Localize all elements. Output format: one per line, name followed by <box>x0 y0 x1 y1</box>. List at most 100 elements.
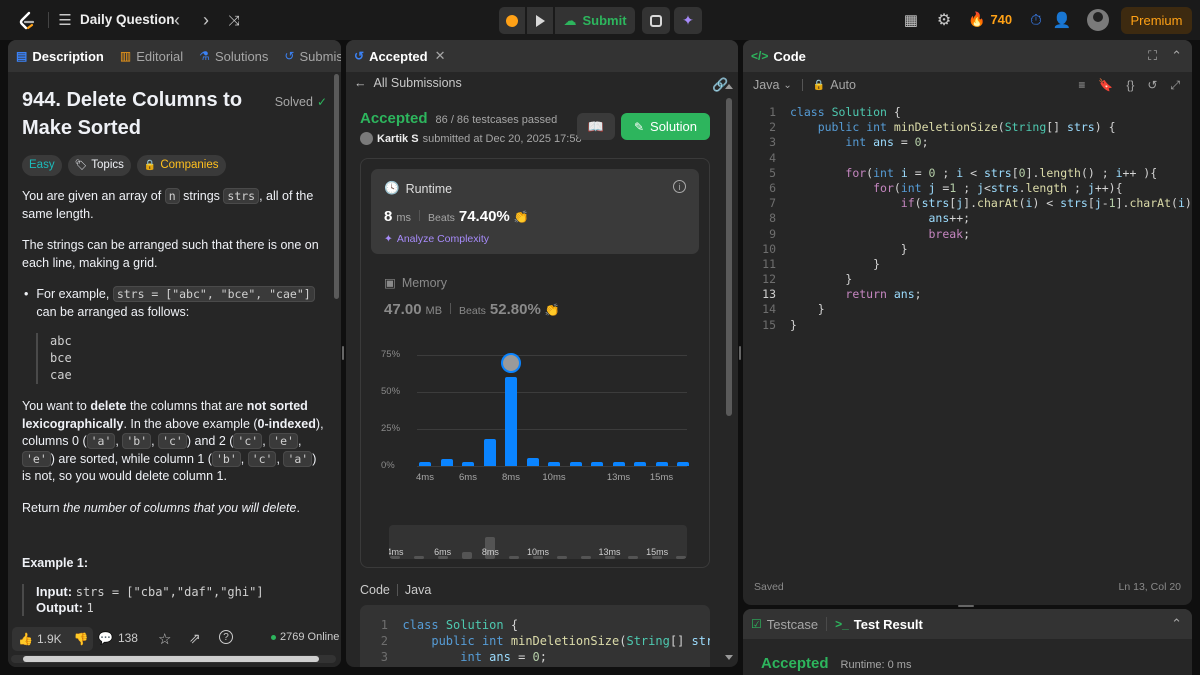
dislike-button[interactable]: 👎 <box>68 632 95 646</box>
help-icon[interactable]: ? <box>219 630 233 644</box>
chart-bar-7ms[interactable] <box>483 438 496 466</box>
streak-counter[interactable]: 🔥 740 <box>968 11 1012 28</box>
format-icon[interactable]: ≡ <box>1078 78 1085 93</box>
run-button[interactable] <box>527 7 553 34</box>
line-number: 1 <box>380 618 388 632</box>
premium-button[interactable]: Premium <box>1121 7 1192 34</box>
companies-chip[interactable]: 🔒 Companies <box>136 155 226 176</box>
chart-bar-6ms[interactable] <box>462 461 474 466</box>
auto-label: Auto <box>830 78 856 92</box>
submit-button[interactable]: ☁ Submit <box>555 7 635 34</box>
expand-icon[interactable]: ⤢ <box>1170 78 1180 93</box>
panel-resize-handle[interactable] <box>739 346 741 360</box>
checkbox-icon: ☑ <box>751 617 762 631</box>
ai-assist-button[interactable]: ✦ <box>674 7 702 34</box>
chip-icon: ▣ <box>384 276 396 290</box>
notes-button[interactable] <box>642 7 670 34</box>
difficulty-badge[interactable]: Easy <box>22 155 62 176</box>
all-submissions-link[interactable]: ← All Submissions <box>354 76 462 90</box>
tab-testcase[interactable]: ☑ Testcase <box>743 609 826 639</box>
auto-mode[interactable]: 🔒 Auto <box>813 78 856 92</box>
tab-accepted[interactable]: ↺ Accepted ✕ <box>346 40 454 72</box>
tab-test-result[interactable]: >_ Test Result <box>827 609 931 639</box>
grid-line <box>417 392 687 393</box>
tab-description[interactable]: ▤ Description <box>8 40 112 72</box>
range-selector[interactable]: 4ms 6ms 8ms 10ms 13ms 15ms <box>389 525 687 559</box>
code-editor[interactable]: 1 class Solution {2 public int minDeletio… <box>743 105 1192 335</box>
layout-grid-icon[interactable]: ▦ <box>902 11 920 29</box>
testcases-passed: 86 / 86 testcases passed <box>435 114 558 126</box>
close-tab-icon[interactable]: ✕ <box>435 48 446 64</box>
chart-bar-5ms[interactable] <box>440 459 453 466</box>
user-avatar[interactable] <box>1087 9 1109 31</box>
vertical-scrollbar[interactable] <box>726 98 732 416</box>
code-text: for(int j =1 ; j<strs.length ; j++){ <box>873 180 1123 195</box>
problem-title[interactable]: 944. Delete Columns to Make Sorted <box>22 86 257 142</box>
tab-submissions[interactable]: ↺ Submissi <box>276 40 341 72</box>
comments-button[interactable]: 💬 138 <box>98 631 138 645</box>
timer-icon[interactable]: ⏱ <box>1027 10 1045 30</box>
chart-bar-8ms[interactable] <box>505 377 517 466</box>
code-text: return ans; <box>845 287 922 302</box>
panel-resize-handle[interactable] <box>342 346 344 360</box>
scroll-up-arrow[interactable] <box>725 84 733 89</box>
tab-code[interactable]: </> Code <box>743 40 814 72</box>
chart-bar-13ms[interactable] <box>612 462 625 466</box>
range-mini-bar <box>580 556 591 559</box>
cloud-upload-icon: ☁ <box>563 12 577 28</box>
chart-bar-4ms[interactable] <box>419 462 431 466</box>
collapse-icon[interactable]: ⌃ <box>1171 48 1182 64</box>
reset-icon[interactable]: ↺ <box>1147 78 1157 93</box>
inline-code: 'b' <box>211 450 241 467</box>
analyze-complexity-link[interactable]: ✦ Analyze Complexity <box>384 233 489 245</box>
grid-code-block: abc bce cae <box>36 333 327 384</box>
shuffle-icon[interactable]: ⤨ <box>225 11 243 29</box>
description-tabbar: ▤ Description ▥ Editorial ⚗ Solutions ↺ … <box>8 40 341 72</box>
leetcode-logo[interactable] <box>16 10 38 32</box>
language-select[interactable]: Java ⌄ <box>753 78 792 92</box>
tab-editorial[interactable]: ▥ Editorial <box>112 40 191 72</box>
scroll-down-arrow[interactable] <box>725 655 733 660</box>
memory-beats-label: Beats <box>459 305 486 317</box>
author-avatar <box>360 132 373 145</box>
debug-button[interactable] <box>499 7 525 34</box>
problem-list-icon[interactable]: ☰ <box>57 11 73 29</box>
fire-icon: 🔥 <box>968 11 986 27</box>
grid-line <box>417 355 687 356</box>
add-user-icon[interactable]: 👤 <box>1052 10 1072 30</box>
solution-button[interactable]: ✎ Solution <box>621 113 710 140</box>
author-name[interactable]: Kartik S <box>377 133 419 145</box>
prev-question-icon[interactable]: ‹ <box>170 10 184 30</box>
star-icon[interactable]: ☆ <box>158 630 171 648</box>
terminal-icon: >_ <box>835 617 849 631</box>
memory-card[interactable]: ▣ Memory 47.00 MB Beats 52.80% 👏 <box>371 269 699 329</box>
tab-solutions[interactable]: ⚗ Solutions <box>191 40 276 72</box>
maximize-icon[interactable]: ⛶ <box>1148 48 1157 64</box>
chart-bar-10ms[interactable] <box>548 462 560 466</box>
share-icon[interactable]: ⇗ <box>189 630 201 647</box>
chart-bar-16ms[interactable] <box>677 462 689 466</box>
braces-icon[interactable]: {} <box>1126 78 1134 93</box>
settings-gear-icon[interactable]: ⚙ <box>935 10 953 30</box>
vertical-resize-handle[interactable] <box>958 605 974 607</box>
chart-bar-15ms[interactable] <box>655 462 668 466</box>
horizontal-scrollbar[interactable] <box>11 655 336 663</box>
daily-question-title[interactable]: Daily Question <box>80 12 175 27</box>
text: ) are sorted, while column 1 ( <box>50 451 212 466</box>
info-icon[interactable]: i <box>673 180 686 193</box>
clap-icon: 👏 <box>544 303 560 317</box>
editorial-button[interactable]: 📖 <box>577 113 615 140</box>
chart-bar-14ms[interactable] <box>634 462 646 466</box>
chart-bar-9ms[interactable] <box>526 457 539 466</box>
vertical-scrollbar[interactable] <box>334 74 339 299</box>
chart-bar-11ms[interactable] <box>569 462 582 466</box>
bookmark-icon[interactable]: 🔖 <box>1098 78 1113 93</box>
range-mini-bar <box>413 556 424 559</box>
topics-chip[interactable]: 🏷 Topics <box>67 155 131 176</box>
runtime-card[interactable]: 🕓 Runtime i 8 ms Beats 74.40% 👏 ✦ Analyz… <box>371 169 699 254</box>
collapse-icon[interactable]: ⌃ <box>1171 616 1192 632</box>
next-question-icon[interactable]: › <box>199 10 213 30</box>
like-button[interactable]: 👍 1.9K <box>12 632 68 646</box>
chart-bar-12ms[interactable] <box>591 462 603 466</box>
runtime-distribution-chart[interactable]: 75% 50% 25% 0% 4ms 6ms 8ms 10ms 13ms 15ms 4ms 6ms 8m… <box>361 349 709 564</box>
